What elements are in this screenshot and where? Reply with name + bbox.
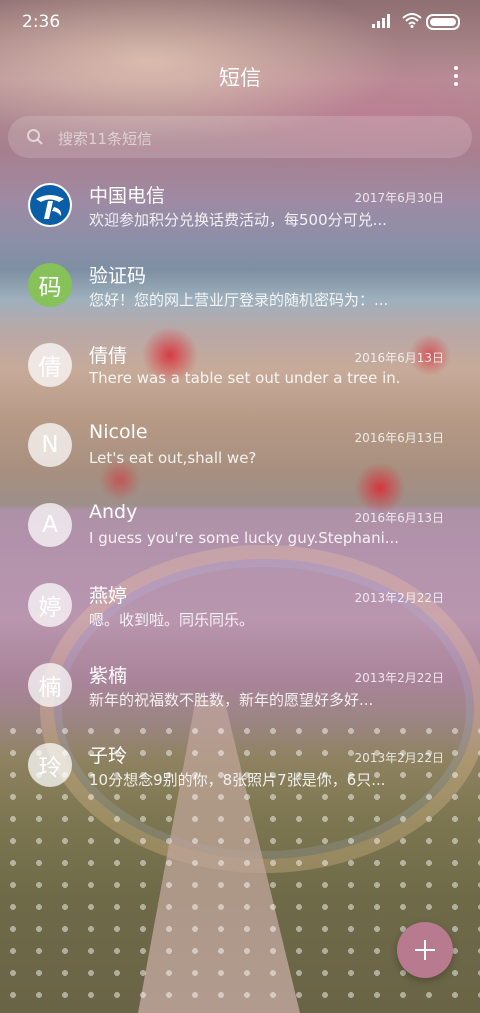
contact-name: 紫楠 [89, 665, 128, 687]
message-date: 2016年6月13日 [354, 351, 444, 365]
avatar: N [28, 423, 72, 467]
new-message-plus-icon[interactable] [397, 922, 453, 978]
avatar: 玲 [28, 743, 72, 787]
contact-name: Andy [89, 501, 138, 523]
message-date: 2013年2月22日 [354, 751, 444, 765]
contact-name: 燕婷 [89, 585, 128, 607]
conversation-item[interactable]: A Andy 2016年6月13日 I guess you're some lu… [0, 485, 480, 565]
message-preview: 新年的祝福数不胜数，新年的愿望好多好... [89, 691, 374, 709]
message-preview: 10分想念9别的你，8张照片7张是你，6只... [89, 771, 386, 789]
message-date: 2013年2月22日 [354, 591, 444, 605]
status-bar: 2:36 [0, 0, 480, 40]
avatar: 婷 [28, 583, 72, 627]
contact-name: Nicole [89, 421, 148, 443]
conversation-item[interactable]: 码 验证码 您好！您的网上营业厅登录的随机密码为：... [0, 245, 480, 325]
contact-name: 子玲 [89, 745, 128, 767]
conversation-item[interactable]: N Nicole 2016年6月13日 Let's eat out,shall … [0, 405, 480, 485]
avatar: 倩 [28, 343, 72, 387]
conversation-item[interactable]: 玲 子玲 2013年2月22日 10分想念9别的你，8张照片7张是你，6只... [0, 725, 480, 805]
conversation-list: 中国电信 2017年6月30日 欢迎参加积分兑换话费活动，每500分可兑... … [0, 165, 480, 805]
avatar: A [28, 503, 72, 547]
message-preview: Let's eat out,shall we? [89, 449, 257, 467]
message-date: 2016年6月13日 [354, 511, 444, 525]
conversation-item[interactable]: 楠 紫楠 2013年2月22日 新年的祝福数不胜数，新年的愿望好多好... [0, 645, 480, 725]
more-options-icon[interactable] [454, 66, 458, 90]
message-date: 2016年6月13日 [354, 431, 444, 445]
conversation-item[interactable]: 婷 燕婷 2013年2月22日 嗯。收到啦。同乐同乐。 [0, 565, 480, 645]
message-preview: 您好！您的网上营业厅登录的随机密码为：... [89, 291, 389, 309]
message-preview: 嗯。收到啦。同乐同乐。 [89, 611, 255, 629]
message-preview: 欢迎参加积分兑换话费活动，每500分可兑... [89, 211, 387, 229]
search-bar[interactable]: 搜索11条短信 [8, 116, 472, 158]
message-preview: I guess you're some lucky guy.Stephani..… [89, 529, 399, 547]
message-date: 2013年2月22日 [354, 671, 444, 685]
search-icon [27, 129, 43, 145]
china-telecom-logo-icon [28, 183, 72, 227]
avatar: 码 [28, 263, 72, 307]
signal-icon [372, 14, 390, 28]
contact-name: 中国电信 [89, 185, 166, 207]
battery-icon [426, 14, 460, 30]
conversation-item[interactable]: 中国电信 2017年6月30日 欢迎参加积分兑换话费活动，每500分可兑... [0, 165, 480, 245]
contact-name: 验证码 [89, 265, 147, 287]
avatar: 楠 [28, 663, 72, 707]
wifi-icon [402, 13, 422, 28]
message-date: 2017年6月30日 [354, 191, 444, 205]
conversation-item[interactable]: 倩 倩倩 2016年6月13日 There was a table set ou… [0, 325, 480, 405]
contact-name: 倩倩 [89, 345, 128, 367]
message-preview: There was a table set out under a tree i… [89, 369, 399, 387]
status-time: 2:36 [22, 12, 61, 32]
search-placeholder: 搜索11条短信 [58, 130, 153, 148]
page-title: 短信 [219, 66, 261, 90]
